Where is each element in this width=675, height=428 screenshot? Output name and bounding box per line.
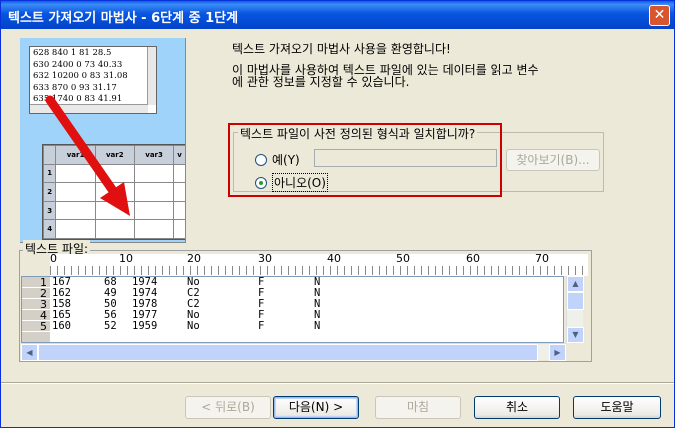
- welcome-heading: 텍스트 가져오기 마법사 사용을 환영합니다!: [232, 42, 451, 56]
- scroll-thumb[interactable]: [567, 292, 584, 310]
- close-button[interactable]: ✕: [649, 5, 670, 26]
- preview-rows: 167 68 1974 No F N 162 49 1974 C2 F N 158 50 1978 C2 F…: [52, 277, 320, 332]
- back-button[interactable]: < 뒤로(B): [185, 396, 271, 419]
- ruler-label: 50: [396, 252, 410, 265]
- welcome-description-line: 에 관한 정보를 지정할 수 있습니다.: [232, 75, 410, 89]
- window-title: 텍스트 가져오기 마법사 - 6단계 중 1단계: [8, 11, 239, 26]
- scroll-left-icon[interactable]: ◀: [21, 344, 38, 361]
- red-arrow-icon: [45, 95, 130, 216]
- wizard-illustration: 628 840 1 81 28.5 630 2400 0 73 40.33 63…: [20, 38, 186, 243]
- ruler-label: 0: [50, 252, 57, 265]
- scroll-right-icon[interactable]: ▶: [549, 344, 566, 361]
- row-number: 5: [22, 321, 50, 332]
- title-bar[interactable]: 텍스트 가져오기 마법사 - 6단계 중 1단계 ✕: [1, 1, 674, 29]
- scroll-down-icon[interactable]: ▼: [567, 327, 584, 343]
- preview-vscroll[interactable]: ▲ ▼: [566, 276, 584, 343]
- ruler-label: 30: [258, 252, 272, 265]
- cell: 1959: [132, 320, 158, 332]
- radio-no-row[interactable]: 아니오(O): [255, 173, 328, 192]
- close-icon: ✕: [653, 7, 666, 23]
- radio-yes-label[interactable]: 예(Y): [272, 151, 300, 168]
- radio-yes-row[interactable]: 예(Y): [255, 151, 300, 168]
- cell: 52: [104, 320, 117, 332]
- cell: F: [258, 320, 265, 332]
- ruler-label: 20: [187, 252, 201, 265]
- cell: N: [314, 320, 321, 332]
- column-ruler: 0 10 20 30 40 50 60 70: [50, 252, 588, 276]
- cell: 160: [52, 320, 71, 332]
- welcome-description: 이 마법사를 사용하여 텍스트 파일에 있는 데이터를 읽고 변수 에 관한 정…: [232, 64, 572, 88]
- radio-yes[interactable]: [255, 153, 267, 166]
- button-separator: [1, 382, 674, 384]
- next-button[interactable]: 다음(N) >: [273, 396, 359, 419]
- cancel-button[interactable]: 취소: [474, 396, 560, 419]
- cell: No: [187, 320, 200, 332]
- ruler-label: 40: [327, 252, 341, 265]
- radio-no[interactable]: [255, 176, 267, 189]
- ruler-label: 60: [466, 252, 480, 265]
- format-file-input: [314, 149, 497, 167]
- format-group-legend: 텍스트 파일이 사전 정의된 형식과 일치합니까?: [238, 125, 478, 142]
- scroll-up-icon[interactable]: ▲: [567, 276, 584, 292]
- browse-button: 찾아보기(B)...: [506, 149, 600, 171]
- finish-button[interactable]: 마침: [375, 396, 461, 419]
- row-numbers: 1 2 3 4 5: [22, 277, 50, 342]
- hscroll-thumb[interactable]: [38, 344, 538, 361]
- ruler-label: 10: [119, 252, 133, 265]
- text-import-wizard-window: 텍스트 가져오기 마법사 - 6단계 중 1단계 ✕ 628 840 1 81 …: [0, 0, 675, 428]
- ruler-label: 70: [535, 252, 549, 265]
- preview-grid[interactable]: 1 2 3 4 5 167 68 1974 No F N 162 49 1974 C2 F N 15…: [21, 276, 564, 343]
- help-button[interactable]: 도움말: [573, 396, 661, 419]
- preview-row: 160 52 1959 No F N: [52, 320, 320, 332]
- ruler-stripe: [50, 266, 588, 275]
- preview-hscroll[interactable]: ◀ ▶: [21, 343, 566, 361]
- radio-no-label[interactable]: 아니오(O): [272, 173, 328, 192]
